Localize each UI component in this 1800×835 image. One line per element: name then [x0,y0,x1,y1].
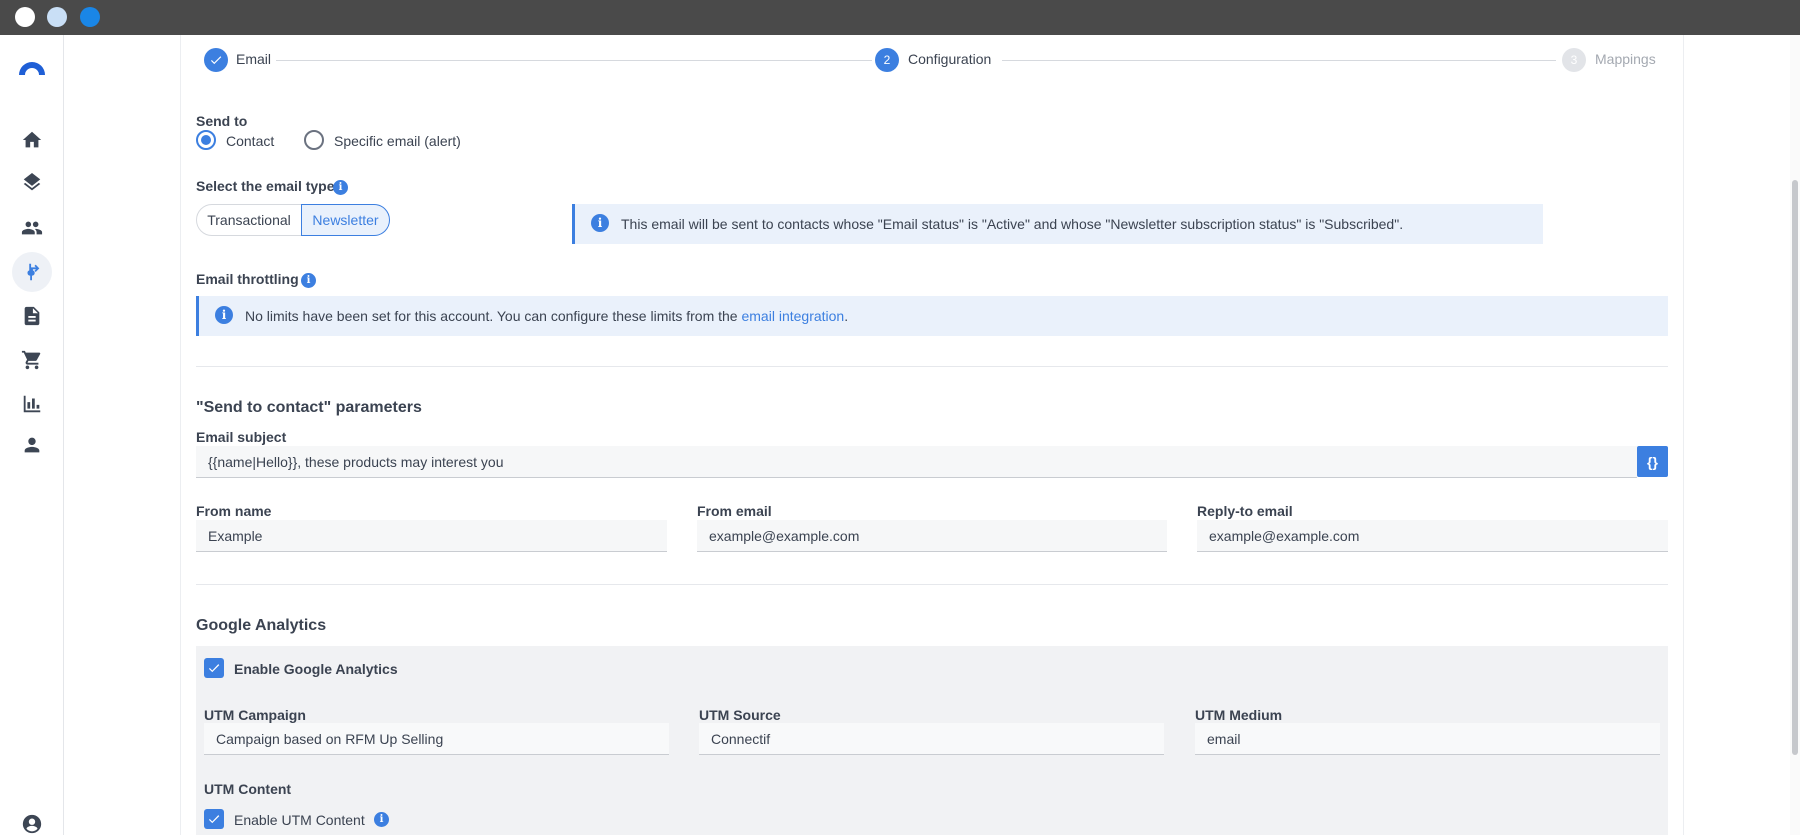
send-to-label: Send to [196,113,248,129]
enable-analytics-checkbox[interactable] [204,658,224,678]
window-maximize-button[interactable] [80,7,100,27]
sidebar-item-users[interactable] [12,425,52,465]
analytics-title: Google Analytics [196,617,327,634]
utm-medium-input[interactable]: email [1195,723,1660,755]
check-icon [208,815,220,824]
utm-medium-label: UTM Medium [1195,707,1283,723]
email-integration-link[interactable]: email integration [741,308,844,324]
email-type-info-text: This email will be sent to contacts whos… [621,216,1404,232]
sidebar [0,35,64,835]
params-title: "Send to contact" parameters [196,399,422,416]
sidebar-item-home[interactable] [12,120,52,160]
sidebar-item-workflows[interactable] [12,252,52,292]
utm-source-input[interactable]: Connectif [699,723,1164,755]
window-close-button[interactable] [15,7,35,27]
step-number-configuration[interactable]: 2 [875,48,899,72]
window-minimize-button[interactable] [47,7,67,27]
utm-campaign-input[interactable]: Campaign based on RFM Up Selling [204,723,669,755]
throttling-message: No limits have been set for this account… [245,308,848,324]
insert-variable-button[interactable]: {} [1637,446,1668,477]
step-label-email[interactable]: Email [236,51,271,67]
step-email-done[interactable] [204,48,228,72]
workflows-icon [27,263,40,281]
document-icon [24,306,40,326]
sidebar-item-cart[interactable] [12,340,52,380]
home-icon [22,131,42,148]
radio-specific-email-label[interactable]: Specific email (alert) [334,133,461,149]
cart-icon [21,350,41,370]
layers-icon [23,173,41,191]
sidebar-item-reports[interactable] [12,384,52,424]
reply-to-input[interactable]: example@example.com [1197,520,1668,552]
enable-analytics-label[interactable]: Enable Google Analytics [234,661,398,677]
divider [196,584,1668,585]
radio-specific-email[interactable] [304,130,324,150]
step-label-configuration[interactable]: Configuration [908,51,991,67]
divider [196,366,1668,367]
step-connector [276,60,872,61]
email-type-transactional[interactable]: Transactional [196,204,302,236]
check-icon [208,664,220,673]
radio-contact[interactable] [196,130,216,150]
sidebar-item-account[interactable] [12,804,52,835]
from-name-label: From name [196,503,272,519]
scrollbar-thumb[interactable] [1792,180,1798,755]
utm-content-label: UTM Content [204,781,292,797]
info-icon: i [591,214,609,232]
sidebar-item-layers[interactable] [12,164,52,204]
email-subject-input[interactable]: {{name|Hello}}, these products may inter… [196,446,1637,478]
from-name-input[interactable]: Example [196,520,667,552]
throttling-message-text: No limits have been set for this account… [245,308,742,324]
throttling-label: Email throttling [196,271,299,287]
radio-contact-label[interactable]: Contact [226,133,274,149]
utm-campaign-label: UTM Campaign [204,707,306,723]
reply-to-label: Reply-to email [1197,503,1293,519]
throttling-alert: i No limits have been set for this accou… [196,296,1668,336]
email-type-info-icon[interactable]: i [333,180,348,195]
step-label-mappings[interactable]: Mappings [1595,51,1656,67]
utm-content-info-icon[interactable]: i [374,812,389,827]
check-icon [210,56,222,65]
chart-icon [23,395,41,413]
enable-utm-content-checkbox[interactable] [204,809,224,829]
email-subject-label: Email subject [196,429,287,445]
step-number-mappings[interactable]: 3 [1562,48,1586,72]
info-icon: i [215,306,233,324]
enable-utm-content-label[interactable]: Enable UTM Content [234,812,365,828]
account-icon [22,814,42,834]
window-titlebar [0,0,1800,35]
from-email-label: From email [697,503,772,519]
utm-source-label: UTM Source [699,707,781,723]
app-logo-icon[interactable] [17,53,47,83]
email-type-label: Select the email type [196,178,335,194]
throttling-info-icon[interactable]: i [301,273,316,288]
contacts-icon [21,221,43,235]
step-connector [1002,60,1556,61]
throttling-message-suffix: . [844,308,849,324]
sidebar-item-contacts[interactable] [12,208,52,248]
email-type-info-alert: i This email will be sent to contacts wh… [572,204,1543,244]
user-icon [24,437,40,453]
from-email-input[interactable]: example@example.com [697,520,1167,552]
email-type-newsletter[interactable]: Newsletter [301,204,390,236]
sidebar-item-documents[interactable] [12,296,52,336]
